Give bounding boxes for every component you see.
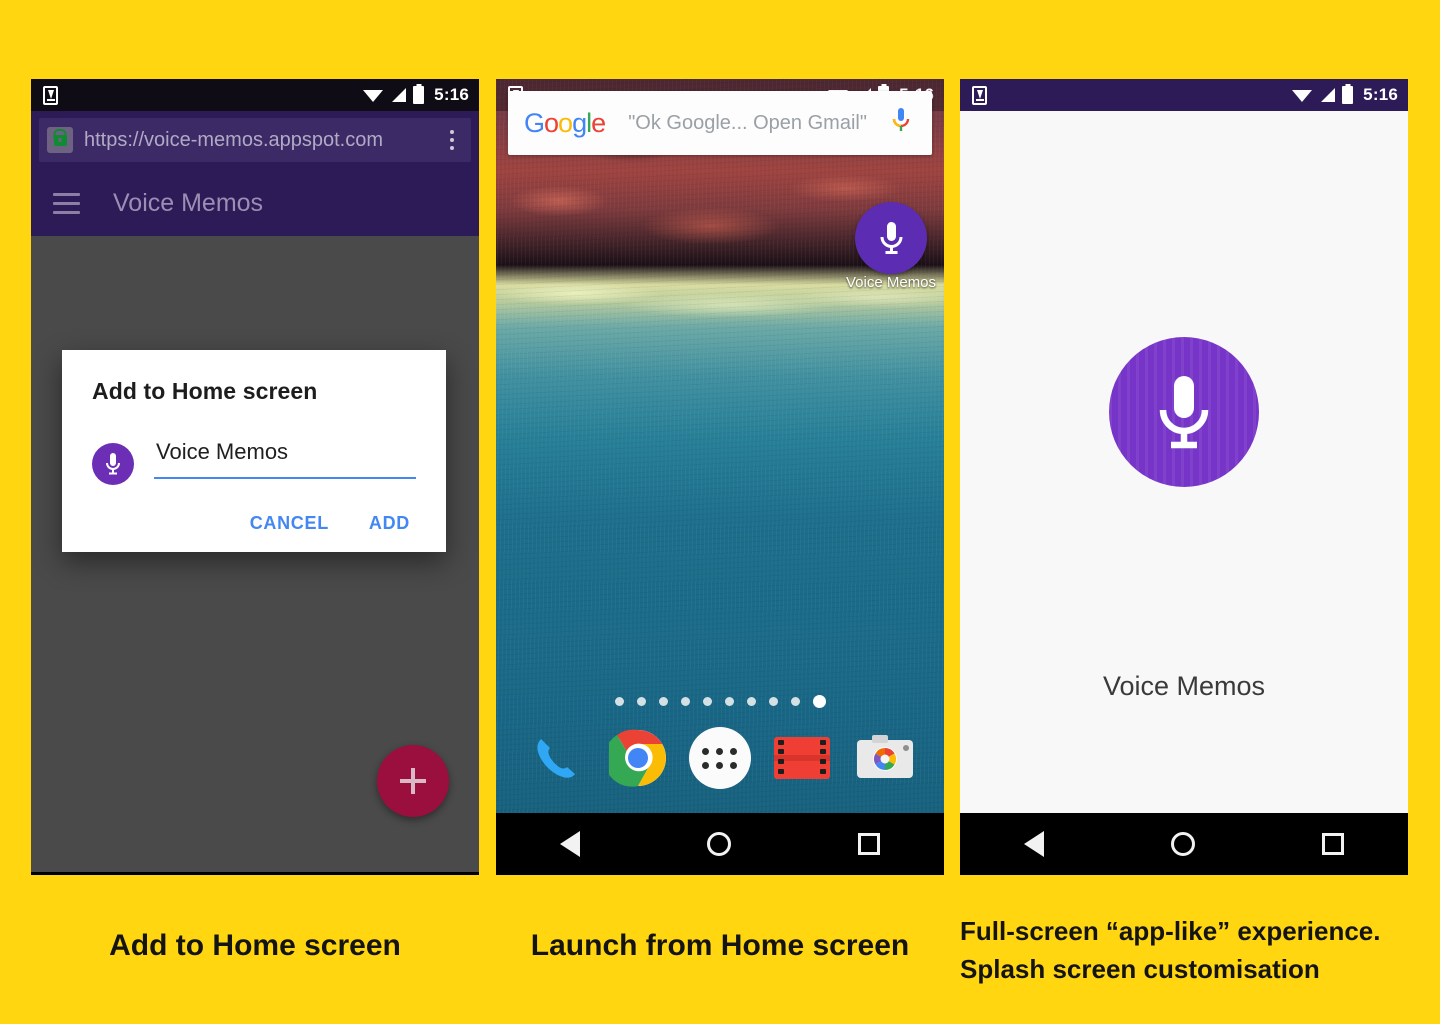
caption-text: Launch from Home screen <box>530 929 910 962</box>
add-record-fab[interactable] <box>377 745 449 817</box>
system-nav-bar <box>960 813 1408 875</box>
dialog-actions: CANCEL ADD <box>92 513 416 534</box>
home-screen-dock <box>496 727 944 789</box>
download-icon <box>972 85 987 105</box>
google-logo: Google <box>524 107 606 138</box>
caption-line-1: Full-screen “app-like” experience. <box>960 916 1381 946</box>
system-nav-bar <box>496 813 944 875</box>
microphone-icon <box>1109 337 1259 487</box>
wallpaper: 5:16 Google "Ok Google... Open Gmail" <box>496 79 944 813</box>
kebab-menu-icon[interactable] <box>441 130 463 150</box>
caption-full-screen: Full-screen “app-like” experience. Splas… <box>960 912 1430 988</box>
page-dot[interactable] <box>614 697 624 706</box>
home-screen-shortcut-voice-memos[interactable]: Voice Memos <box>843 202 939 292</box>
signal-icon <box>390 88 407 102</box>
app-bar-title: Voice Memos <box>113 188 264 217</box>
lock-icon <box>47 127 73 153</box>
google-search-widget[interactable]: Google "Ok Google... Open Gmail" <box>508 91 932 155</box>
play-movies-icon[interactable] <box>771 727 833 789</box>
browser-omnibox-container: https://voice-memos.appspot.com <box>31 111 479 170</box>
shortcut-name-field[interactable] <box>154 439 416 479</box>
splash-app-name: Voice Memos <box>1102 671 1266 701</box>
page-dot[interactable] <box>680 697 690 706</box>
google-mic-icon[interactable] <box>890 107 916 140</box>
page-dot[interactable] <box>746 697 756 706</box>
phone-screenshot-add-to-home: 5:16 https://voice-memos.appspot.com Voi… <box>31 79 479 875</box>
clock: 5:16 <box>434 85 469 104</box>
page-indicator <box>496 695 944 708</box>
wifi-icon <box>1292 88 1313 102</box>
search-hint: "Ok Google... Open Gmail" <box>628 111 867 134</box>
splash-screen: Voice Memos <box>960 111 1408 813</box>
page-dot[interactable] <box>702 697 712 706</box>
page-dot-active[interactable] <box>812 695 826 708</box>
caption-launch-from-home: Launch from Home screen <box>496 925 944 967</box>
signal-icon <box>1319 88 1336 102</box>
recents-square-icon[interactable] <box>1322 833 1345 855</box>
home-circle-icon[interactable] <box>706 832 731 856</box>
page-dot[interactable] <box>636 697 646 706</box>
home-circle-icon[interactable] <box>1170 832 1195 856</box>
add-button[interactable]: ADD <box>369 513 410 534</box>
microphone-icon <box>855 202 927 274</box>
battery-icon <box>413 86 425 104</box>
app-content: Record something! <box>31 236 479 872</box>
address-bar[interactable]: https://voice-memos.appspot.com <box>39 118 471 162</box>
status-bar: 5:16 <box>960 79 1408 111</box>
dialog-body <box>92 439 416 485</box>
status-bar: 5:16 <box>31 79 479 111</box>
download-icon <box>43 85 58 105</box>
hamburger-icon[interactable] <box>53 192 80 214</box>
dialog-title: Add to Home screen <box>92 378 318 404</box>
clock: 5:16 <box>1363 85 1398 104</box>
status-icons: 5:16 <box>1292 85 1398 105</box>
status-icons: 5:16 <box>363 85 469 105</box>
page-dot[interactable] <box>658 697 668 706</box>
page-dot[interactable] <box>790 697 800 706</box>
camera-icon[interactable] <box>854 727 916 789</box>
microphone-icon <box>92 443 134 485</box>
app-drawer-icon[interactable] <box>688 727 751 789</box>
back-triangle-icon[interactable] <box>1023 831 1044 857</box>
caption-add-to-home: Add to Home screen <box>109 929 401 962</box>
phone-icon[interactable] <box>524 727 586 789</box>
page-dot[interactable] <box>768 697 778 706</box>
shortcut-label: Voice Memos <box>845 274 937 291</box>
shortcut-name-input[interactable] <box>154 439 416 479</box>
system-nav-bar <box>31 872 479 875</box>
wifi-icon <box>363 88 384 102</box>
plus-icon <box>400 768 426 794</box>
battery-icon <box>1342 86 1354 104</box>
caption-line-2: Splash screen customisation <box>960 954 1320 984</box>
back-triangle-icon[interactable] <box>559 831 580 857</box>
recents-square-icon[interactable] <box>858 833 881 855</box>
slide-canvas: 5:16 https://voice-memos.appspot.com Voi… <box>0 0 1440 1024</box>
chrome-icon[interactable] <box>607 727 669 789</box>
phone-screenshot-home-screen: 5:16 Google "Ok Google... Open Gmail" <box>496 79 944 875</box>
page-dot[interactable] <box>724 697 734 706</box>
phone-screenshot-splash: 5:16 Voice Memos <box>960 79 1408 875</box>
cancel-button[interactable]: CANCEL <box>250 513 329 534</box>
add-to-home-screen-dialog: Add to Home screen CANCEL ADD <box>62 350 446 552</box>
url-text: https://voice-memos.appspot.com <box>84 128 384 151</box>
app-bar: Voice Memos <box>31 170 479 236</box>
